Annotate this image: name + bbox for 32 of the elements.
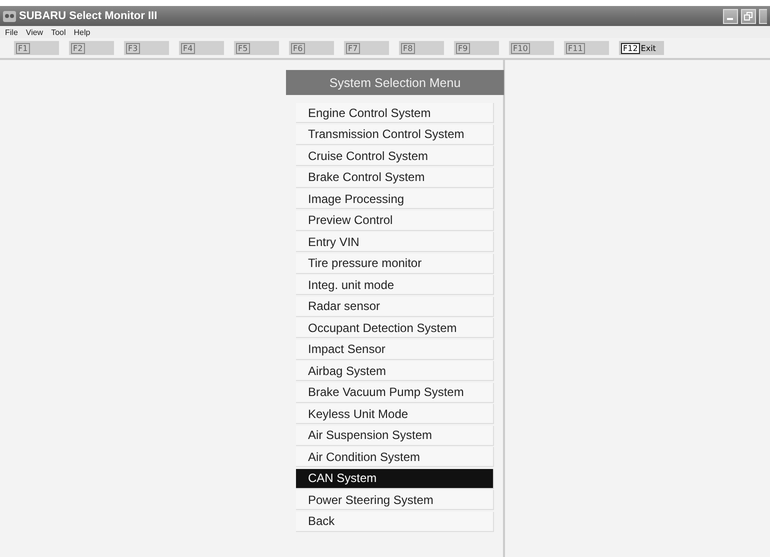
system-menu-item[interactable]: Brake Control System [296, 168, 494, 188]
system-menu-item[interactable]: Impact Sensor [296, 340, 494, 360]
menu-item[interactable]: Tool [51, 28, 66, 36]
menu-header: System Selection Menu [286, 70, 504, 95]
system-menu-item[interactable]: Image Processing [296, 189, 494, 209]
system-menu-item[interactable]: Entry VIN [296, 232, 494, 252]
system-menu-item[interactable]: Air Condition System [296, 447, 494, 467]
restore-button[interactable] [741, 8, 756, 24]
restore-icon [744, 12, 753, 20]
system-menu-item[interactable]: Airbag System [296, 361, 494, 381]
system-menu-item[interactable]: Brake Vacuum Pump System [296, 382, 494, 402]
menu-item[interactable]: File [5, 28, 18, 36]
system-menu-item[interactable]: Occupant Detection System [296, 318, 494, 338]
menu-item[interactable]: Help [74, 28, 90, 36]
function-key-button[interactable]: F12 Exit [619, 41, 664, 55]
system-menu-item[interactable]: CAN System [296, 468, 494, 488]
menu-item[interactable]: View [26, 28, 44, 36]
system-menu-item[interactable]: Keyless Unit Mode [296, 404, 494, 424]
system-menu-item[interactable]: Radar sensor [296, 296, 494, 316]
system-menu-item[interactable]: Preview Control [296, 210, 494, 230]
system-menu-item[interactable]: Integ. unit mode [296, 275, 494, 295]
system-menu-item[interactable]: Engine Control System [296, 103, 494, 123]
system-menu-item[interactable]: Air Suspension System [296, 426, 494, 446]
system-menu-item[interactable]: Transmission Control System [296, 124, 494, 144]
window-title: SUBARU Select Monitor III [19, 10, 158, 22]
close-button[interactable] [759, 8, 767, 24]
system-menu-item[interactable]: Tire pressure monitor [296, 254, 494, 274]
system-menu-item[interactable]: Back [296, 512, 494, 532]
minimize-button[interactable] [723, 8, 738, 24]
app-icon [3, 10, 16, 22]
system-menu-item[interactable]: Power Steering System [296, 490, 494, 510]
system-menu-item[interactable]: Cruise Control System [296, 146, 494, 166]
